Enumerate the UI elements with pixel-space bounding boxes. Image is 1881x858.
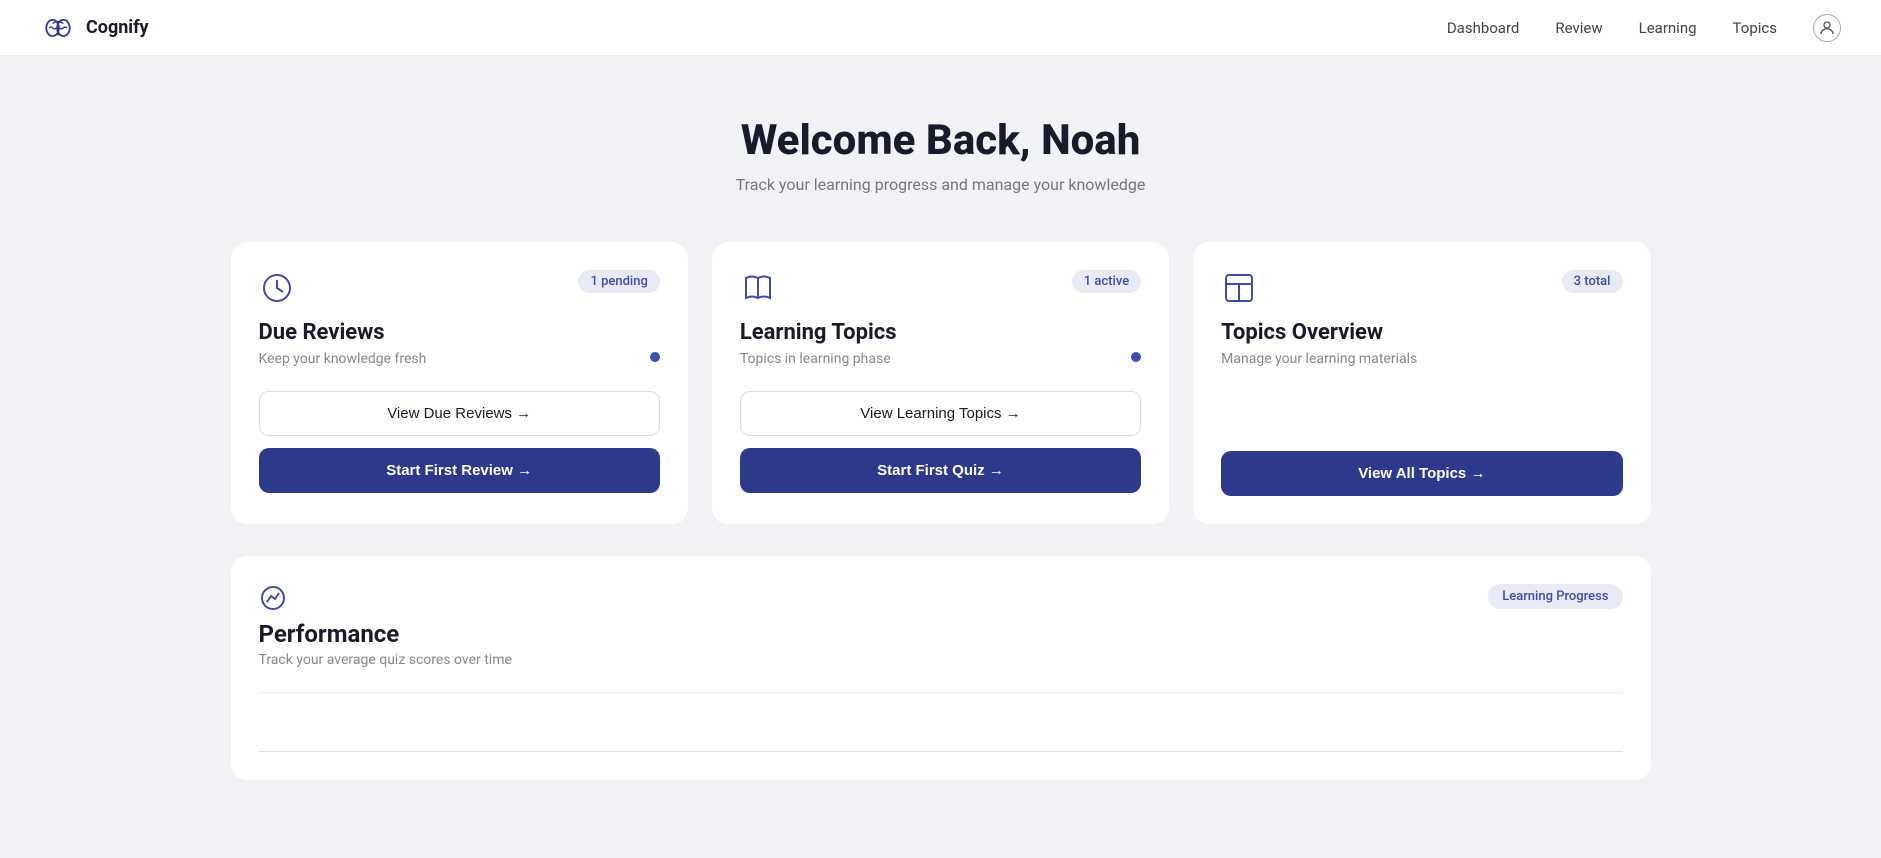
user-avatar-icon[interactable] [1813,14,1841,42]
learning-topics-badge: 1 active [1072,270,1141,293]
view-due-reviews-button[interactable]: View Due Reviews → [259,391,660,436]
card-due-reviews-header: 1 pending [259,270,660,306]
due-reviews-title: Due Reviews [259,320,660,345]
navbar: Cognify Dashboard Review Learning Topics [0,0,1881,56]
navbar-links: Dashboard Review Learning Topics [1447,14,1841,42]
nav-dashboard[interactable]: Dashboard [1447,19,1520,37]
brand: Cognify [40,10,149,46]
learning-topics-subtitle: Topics in learning phase [740,351,1141,367]
view-learning-topics-button[interactable]: View Learning Topics → [740,391,1141,436]
learning-topics-title: Learning Topics [740,320,1141,345]
card-topics-overview-header: 3 total [1221,270,1622,306]
topics-overview-title: Topics Overview [1221,320,1622,345]
card-due-reviews: 1 pending Due Reviews Keep your knowledg… [231,242,688,524]
performance-badge: Learning Progress [1488,584,1622,609]
nav-learning[interactable]: Learning [1639,19,1697,37]
layout-icon [1221,270,1257,306]
chart-icon [259,584,287,612]
performance-header: Learning Progress [259,584,1623,612]
start-first-review-button[interactable]: Start First Review → [259,448,660,493]
brand-name: Cognify [86,17,149,38]
brain-icon [40,10,76,46]
hero-title: Welcome Back, Noah [231,116,1651,165]
hero-section: Welcome Back, Noah Track your learning p… [231,116,1651,194]
main-content: Welcome Back, Noah Track your learning p… [191,56,1691,820]
due-reviews-badge: 1 pending [578,270,659,293]
hero-subtitle: Track your learning progress and manage … [231,175,1651,194]
performance-subtitle: Track your average quiz scores over time [259,652,1623,668]
performance-title: Performance [259,620,1623,648]
performance-chart-area [259,692,1623,752]
start-first-quiz-button[interactable]: Start First Quiz → [740,448,1141,493]
card-topics-overview: 3 total Topics Overview Manage your lear… [1193,242,1650,524]
card-learning-topics-header: 1 active [740,270,1141,306]
due-reviews-dot [650,352,660,362]
due-reviews-subtitle: Keep your knowledge fresh [259,351,660,367]
book-icon [740,270,776,306]
chart-baseline [259,751,1623,752]
nav-review[interactable]: Review [1555,19,1602,37]
cards-row: 1 pending Due Reviews Keep your knowledg… [231,242,1651,524]
clock-icon [259,270,295,306]
topics-overview-badge: 3 total [1562,270,1623,293]
view-all-topics-button[interactable]: View All Topics → [1221,451,1622,496]
nav-topics[interactable]: Topics [1733,19,1777,37]
topics-overview-subtitle: Manage your learning materials [1221,351,1622,367]
card-learning-topics: 1 active Learning Topics Topics in learn… [712,242,1169,524]
performance-section: Learning Progress Performance Track your… [231,556,1651,780]
